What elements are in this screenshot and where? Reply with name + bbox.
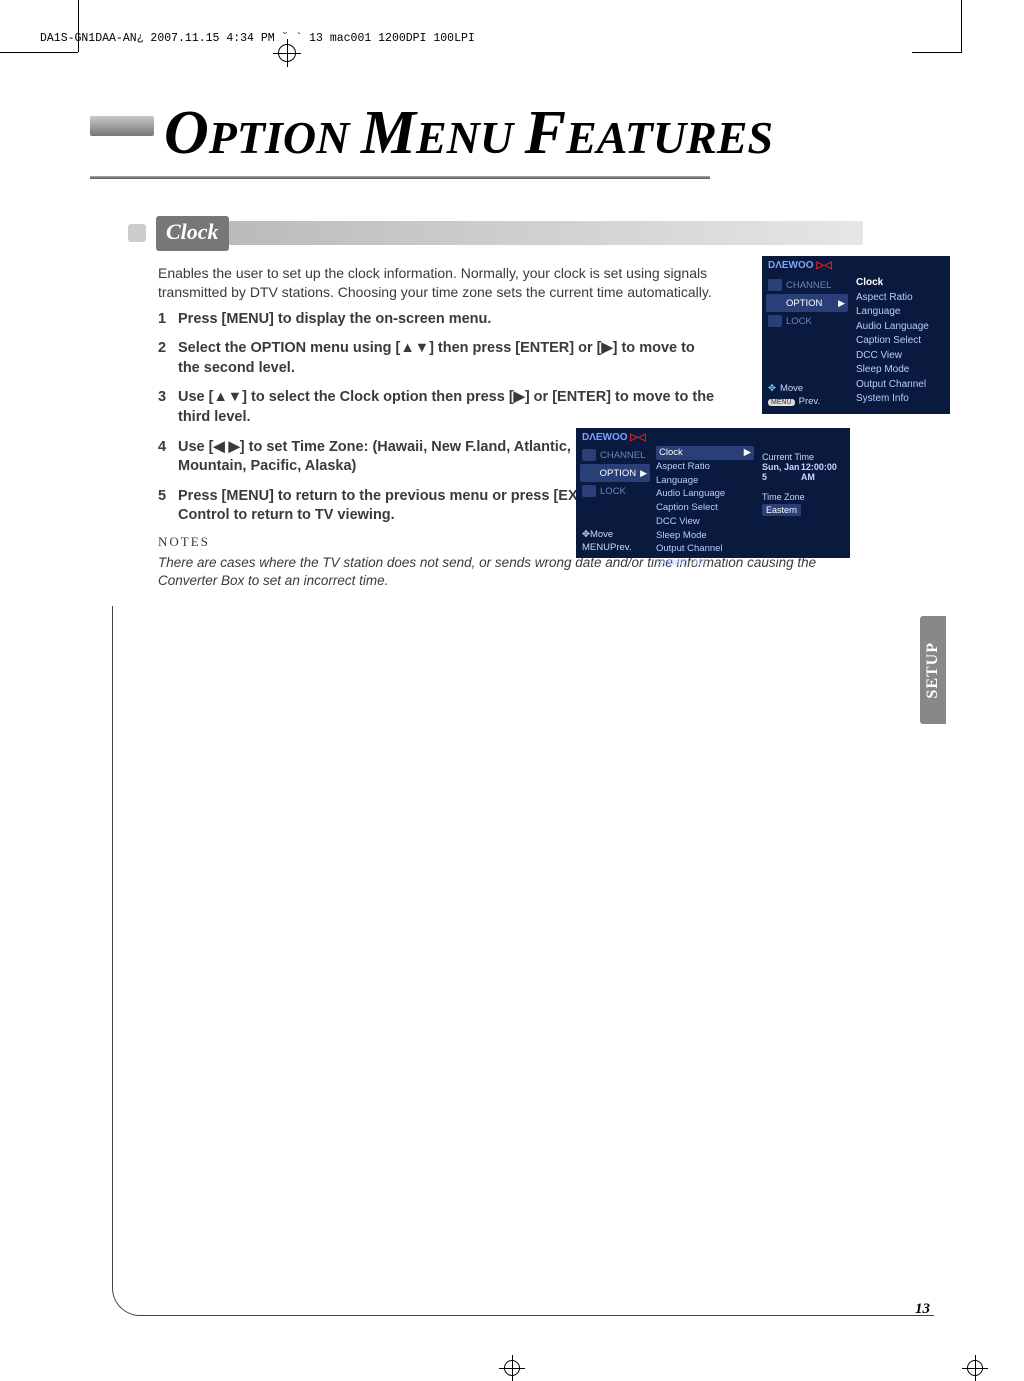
registration-target-icon [278,44,296,62]
osd-screenshot-option-menu: DΛEWOO ▷◁ CHANNEL OPTION▶ LOCK Clock Asp… [762,256,950,414]
submenu-item: Output Channel [856,378,946,393]
menu-key-icon: MENU [582,542,610,553]
page-title: OPTION MENU FEATURES [90,116,950,202]
osd-footer: ✥Move MENUPrev. [768,383,820,408]
submenu-item: Sleep Mode [856,363,946,378]
page-number: 13 [915,1301,930,1318]
menu-item-channel: CHANNEL [580,446,650,464]
osd-footer: ✥Move MENUPrev. [582,529,631,554]
submenu-item: Caption Select [856,334,946,349]
dpad-icon: ✥ [768,383,776,394]
tv-icon [768,279,782,291]
dpad-icon: ✥ [582,529,590,540]
lock-icon [582,485,596,497]
menu-item-option: OPTION▶ [766,294,848,312]
submenu-item: Output Channel [656,542,754,556]
submenu-item: System Info [856,392,946,407]
submenu-item-selected: Clock▶ [656,446,754,460]
crop-mark [912,52,962,53]
lock-icon [768,315,782,327]
tv-icon [582,449,596,461]
submenu-item: Language [856,305,946,320]
intro-paragraph: Enables the user to set up the clock inf… [158,264,718,302]
print-header-line: DA1S-GN1DAA-AN¿ 2007.11.15 4:34 PM ˘ ` 1… [40,32,475,45]
menu-item-lock: LOCK [580,482,650,500]
osd-values: Current Time Sun, Jan 512:00:00 AM Time … [762,452,846,516]
menu-item-lock: LOCK [766,312,848,330]
page-frame [112,606,934,1316]
current-time-date: Sun, Jan 5 [762,462,801,482]
submenu-item: Language [656,474,754,488]
menu-item-channel: CHANNEL [766,276,848,294]
osd-left-menu: CHANNEL OPTION▶ LOCK [580,446,650,500]
section-bullet-icon [128,224,146,242]
submenu-item: Audio Language [856,320,946,335]
submenu-item: Clock [856,276,946,291]
menu-key-icon: MENU [768,399,795,406]
crop-mark [961,0,962,52]
osd-logo: DΛEWOO ▷◁ [582,432,646,443]
submenu-item: DCC View [656,515,754,529]
submenu-item: Aspect Ratio [856,291,946,306]
step-item: Use [▲▼] to select the Clock option then… [158,388,718,427]
timezone-value: Eastern [762,504,801,516]
notes-text: There are cases where the TV station doe… [158,554,878,590]
submenu-item: Caption Select [656,501,754,515]
osd-submenu: Clock Aspect Ratio Language Audio Langua… [856,276,946,407]
osd-logo: DΛEWOO ▷◁ [768,260,832,271]
drill-mark-icon [962,1355,988,1381]
submenu-item: Aspect Ratio [656,460,754,474]
submenu-item: Audio Language [656,487,754,501]
title-accent-bar [90,116,154,136]
section-bar [229,221,863,245]
page-content: OPTION MENU FEATURES Clock Enables the u… [90,96,950,1326]
gear-icon [768,297,782,309]
drill-mark-icon [499,1355,525,1381]
section-heading: Clock [128,216,863,250]
osd-left-menu: CHANNEL OPTION▶ LOCK [766,276,848,330]
osd-submenu: Clock▶ Aspect Ratio Language Audio Langu… [656,446,754,570]
chevron-right-icon: ▶ [838,298,845,309]
step-item: Select the OPTION menu using [▲▼] then p… [158,339,718,378]
submenu-item: DCC View [856,349,946,364]
current-time-value: 12:00:00 AM [801,462,846,482]
osd-screenshot-clock: DΛEWOO ▷◁ CHANNEL OPTION▶ LOCK Clock▶ As… [576,428,850,558]
submenu-item: System Info [656,556,754,570]
section-label: Clock [156,216,229,251]
menu-item-option: OPTION▶ [580,464,650,482]
gear-icon [582,467,596,479]
step-item: Press [MENU] to display the on-screen me… [158,310,718,330]
submenu-item: Sleep Mode [656,529,754,543]
chevron-right-icon: ▶ [744,446,751,460]
current-time-label: Current Time [762,452,846,462]
crop-mark [0,52,78,53]
timezone-label: Time Zone [762,492,846,502]
chevron-right-icon: ▶ [640,468,647,479]
title-text: OPTION MENU FEATURES [164,98,773,169]
title-underline [90,176,710,179]
